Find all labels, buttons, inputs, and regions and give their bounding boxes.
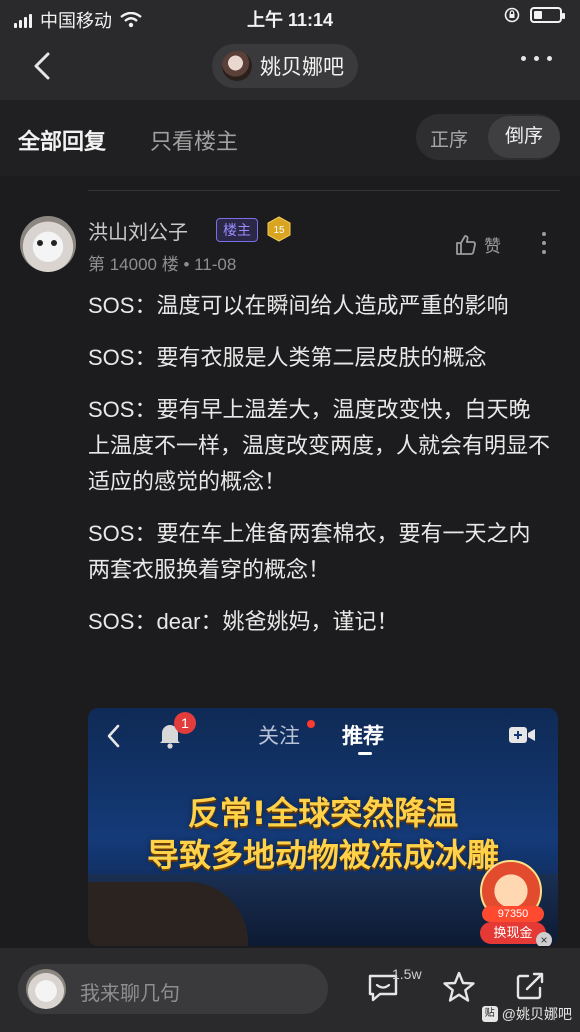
star-icon[interactable] bbox=[442, 970, 476, 1004]
reply-input[interactable]: 我来聊几句 bbox=[18, 964, 328, 1014]
watermark: 贴 @姚贝娜吧 bbox=[481, 1004, 572, 1024]
embed-headline-1: 反常!全球突然降温 bbox=[187, 794, 459, 832]
embed-back-icon bbox=[107, 724, 120, 748]
status-bar: 中国移动 上午 11:14 bbox=[0, 0, 580, 34]
coin-count: 97350 bbox=[482, 906, 544, 922]
my-avatar bbox=[26, 969, 66, 1009]
nav-bar: 姚贝娜吧 bbox=[0, 34, 580, 100]
post-paragraph: SOS：要有早上温差大，温度改变快，白天晚上温度不一样，温度改变两度，人就会有明… bbox=[88, 397, 551, 494]
op-badge: 楼主 bbox=[216, 218, 258, 242]
bottom-bar: 我来聊几句 1.5w 贴 @姚贝娜吧 bbox=[0, 948, 580, 1032]
divider bbox=[88, 190, 560, 191]
notification-badge: 1 bbox=[174, 712, 196, 734]
sort-asc-button[interactable]: 正序 bbox=[430, 125, 468, 152]
forum-pill[interactable]: 姚贝娜吧 bbox=[212, 44, 358, 88]
thumbs-up-icon bbox=[456, 234, 476, 255]
unread-dot bbox=[307, 720, 315, 728]
clock: 上午 11:14 bbox=[246, 10, 334, 30]
embed-tab-follow: 关注 bbox=[258, 725, 300, 748]
post-paragraph: SOS：dear：姚爸姚妈，谨记！ bbox=[88, 609, 399, 634]
more-icon[interactable] bbox=[521, 56, 552, 61]
forum-name: 姚贝娜吧 bbox=[260, 56, 344, 79]
reply-filter-bar: 全部回复 只看楼主 正序 倒序 bbox=[0, 100, 580, 176]
level-badge-icon: 15 bbox=[267, 216, 291, 242]
like-label: 赞 bbox=[484, 237, 501, 256]
sort-toggle: 正序 倒序 bbox=[416, 114, 560, 160]
like-button[interactable]: 赞 bbox=[454, 232, 501, 257]
status-right bbox=[504, 7, 565, 23]
tab-all-replies[interactable]: 全部回复 bbox=[18, 124, 106, 156]
floor-meta: 第 14000 楼 • 11-08 bbox=[88, 255, 237, 274]
active-tab-indicator bbox=[358, 752, 372, 755]
rotation-lock-icon bbox=[504, 7, 520, 23]
reply-placeholder: 我来聊几句 bbox=[80, 983, 180, 1005]
share-icon[interactable] bbox=[514, 970, 546, 1002]
sort-desc-button[interactable]: 倒序 bbox=[488, 116, 560, 158]
post-paragraph: SOS：要有衣服是人类第二层皮肤的概念 bbox=[88, 345, 487, 370]
tab-op-only[interactable]: 只看楼主 bbox=[150, 124, 238, 156]
tieba-logo-icon: 贴 bbox=[481, 1006, 498, 1022]
battery-icon bbox=[530, 7, 565, 23]
level-number: 15 bbox=[273, 225, 285, 236]
embed-tab-recommend: 推荐 bbox=[342, 725, 384, 748]
close-icon: × bbox=[536, 932, 552, 946]
post-menu-icon[interactable] bbox=[542, 232, 546, 254]
back-icon[interactable] bbox=[26, 48, 62, 84]
watermark-text: @姚贝娜吧 bbox=[501, 1006, 572, 1022]
embedded-screenshot[interactable]: 1 关注 推荐 反常!全球突然降温 导致多地动物被冻成冰雕 97350 换现金 … bbox=[88, 708, 558, 946]
post-content: SOS：温度可以在瞬间给人造成严重的影响 SOS：要有衣服是人类第二层皮肤的概念… bbox=[88, 288, 550, 656]
forum-avatar bbox=[222, 51, 252, 81]
video-camera-icon bbox=[509, 727, 535, 743]
author-name[interactable]: 洪山刘公子 bbox=[88, 216, 188, 245]
post-paragraph: SOS：温度可以在瞬间给人造成严重的影响 bbox=[88, 293, 509, 318]
embed-topbar: 1 关注 推荐 bbox=[88, 708, 558, 764]
author-avatar[interactable] bbox=[20, 216, 76, 272]
comment-count: 1.5w bbox=[392, 966, 422, 982]
post-paragraph: SOS：要在车上准备两套棉衣，要有一天之内两套衣服换着穿的概念！ bbox=[88, 521, 531, 582]
